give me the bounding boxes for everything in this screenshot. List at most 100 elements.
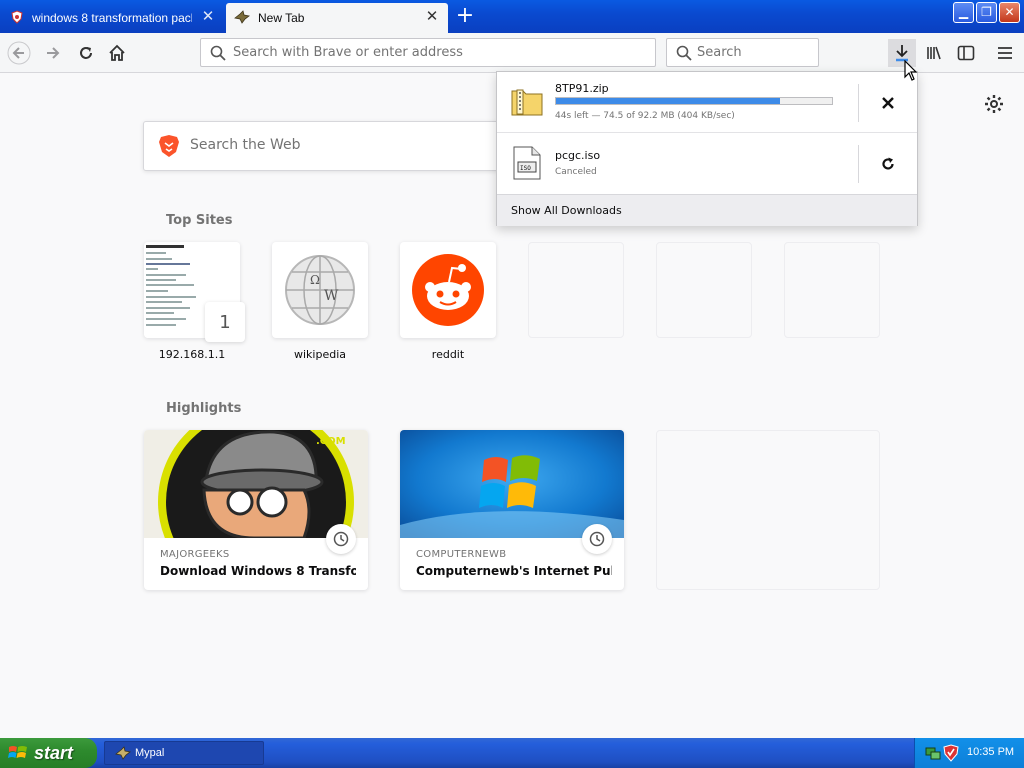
taskbar-item-label: Mypal <box>135 747 165 759</box>
download-item-pcgc[interactable]: ISO pcgc.iso Canceled <box>497 133 917 194</box>
web-search-box[interactable] <box>143 121 503 171</box>
settings-gear-icon[interactable] <box>984 94 1004 114</box>
downloads-panel: 8TP91.zip 44s left — 74.5 of 92.2 MB (40… <box>496 71 918 226</box>
svg-text:Ω: Ω <box>310 273 320 287</box>
highlight-card-majorgeeks[interactable]: .COM MAJORGEEKS Download Windows 8 Trans… <box>144 430 368 590</box>
search-bar[interactable] <box>666 38 819 67</box>
retry-download-button[interactable] <box>875 151 901 177</box>
pinned-count-badge: 1 <box>205 302 245 342</box>
download-status: 44s left — 74.5 of 92.2 MB (404 KB/sec) <box>555 111 735 121</box>
top-site-label: reddit <box>431 348 465 361</box>
mypal-favicon-icon <box>234 9 250 27</box>
top-site-reddit[interactable] <box>400 242 496 338</box>
minimize-icon: ▁ <box>958 5 969 19</box>
minimize-button[interactable]: ▁ <box>953 2 974 23</box>
svg-text:W: W <box>324 288 339 304</box>
tab-title: New Tab <box>258 11 305 25</box>
home-icon <box>109 44 125 61</box>
highlight-title: Download Windows 8 Transfor... <box>160 564 356 578</box>
history-clock-icon <box>582 524 612 554</box>
tab-windows8-transformation[interactable]: windows 8 transformation pack - I ✕ <box>2 3 224 33</box>
top-site-empty-slot <box>528 242 624 338</box>
tab-close-icon[interactable]: ✕ <box>424 9 440 25</box>
windows-flag-icon <box>8 746 27 758</box>
download-progress-fill <box>556 98 780 104</box>
back-arrow-icon <box>7 41 31 65</box>
divider <box>858 84 859 122</box>
home-button[interactable] <box>103 39 131 67</box>
cancel-download-button[interactable] <box>875 90 901 116</box>
web-search-input[interactable] <box>190 137 490 153</box>
sidebar-icon <box>957 45 975 61</box>
sidebar-button[interactable] <box>952 39 980 67</box>
brave-shield-favicon-icon <box>10 9 24 27</box>
svg-text:.COM: .COM <box>316 436 346 447</box>
taskbar: start Mypal 10:35 PM <box>0 738 1024 768</box>
security-shield-tray-icon[interactable] <box>943 744 959 762</box>
hamburger-menu-icon <box>998 47 1012 59</box>
search-input[interactable] <box>697 45 807 60</box>
show-all-downloads-label: Show All Downloads <box>511 204 622 217</box>
zip-file-icon <box>511 89 543 116</box>
new-tab-button[interactable]: + <box>452 5 478 29</box>
menu-button[interactable] <box>991 39 1019 67</box>
tab-close-icon[interactable]: ✕ <box>200 9 216 25</box>
mouse-cursor-icon <box>904 60 918 81</box>
title-bar: windows 8 transformation pack - I ✕ New … <box>0 0 1024 33</box>
close-icon: ✕ <box>1004 5 1015 19</box>
taskbar-item-mypal[interactable]: Mypal <box>104 741 264 765</box>
search-icon <box>210 45 226 61</box>
top-site-label: wikipedia <box>293 348 346 361</box>
url-bar[interactable] <box>200 38 656 67</box>
library-icon <box>927 46 941 60</box>
network-tray-icon[interactable] <box>925 745 941 761</box>
top-site-empty-slot <box>784 242 880 338</box>
highlights-heading: Highlights <box>166 401 242 416</box>
divider <box>858 145 859 183</box>
retry-icon <box>882 157 894 170</box>
close-icon <box>882 97 894 109</box>
restore-icon: ❐ <box>981 5 992 19</box>
start-button[interactable]: start <box>0 738 97 768</box>
forward-arrow-icon <box>47 47 60 59</box>
download-status: Canceled <box>555 167 597 177</box>
forward-button[interactable] <box>39 39 67 67</box>
download-progress-bar <box>555 97 833 105</box>
library-button[interactable] <box>920 39 948 67</box>
highlight-card-computernewb[interactable]: COMPUTERNEWB Computernewb's Internet Pub… <box>400 430 624 590</box>
history-clock-icon <box>326 524 356 554</box>
wikipedia-globe-icon: Ω W <box>285 255 355 325</box>
reddit-alien-icon <box>412 254 484 326</box>
highlight-empty-slot <box>656 430 880 590</box>
highlight-source: MAJORGEEKS <box>160 549 230 560</box>
download-filename: 8TP91.zip <box>555 82 609 95</box>
search-icon <box>676 45 692 61</box>
address-input[interactable] <box>233 45 633 60</box>
top-site-label: 192.168.1.1 <box>158 348 226 361</box>
show-all-downloads-button[interactable]: Show All Downloads <box>497 194 917 226</box>
top-sites-heading: Top Sites <box>166 213 233 228</box>
reload-button[interactable] <box>72 39 100 67</box>
download-filename: pcgc.iso <box>555 149 601 162</box>
mypal-app-icon <box>115 746 131 760</box>
majorgeeks-mascot-image: .COM <box>144 430 368 538</box>
system-clock: 10:35 PM <box>967 746 1015 758</box>
highlight-source: COMPUTERNEWB <box>416 549 507 560</box>
top-site-wikipedia[interactable]: Ω W <box>272 242 368 338</box>
navigation-toolbar <box>0 33 1024 73</box>
highlight-title: Computernewb's Internet Pub H... <box>416 564 612 578</box>
tab-new-tab[interactable]: New Tab ✕ <box>226 3 448 33</box>
brave-logo-icon <box>159 135 179 157</box>
start-label: start <box>34 742 74 763</box>
reload-icon <box>80 47 92 59</box>
system-tray: 10:35 PM <box>914 738 1024 768</box>
maximize-button[interactable]: ❐ <box>976 2 997 23</box>
iso-file-icon: ISO <box>513 146 541 180</box>
top-site-empty-slot <box>656 242 752 338</box>
windows7-wallpaper-image <box>400 430 624 538</box>
tab-title: windows 8 transformation pack - I <box>32 11 192 25</box>
close-window-button[interactable]: ✕ <box>999 2 1020 23</box>
download-item-8tp91[interactable]: 8TP91.zip 44s left — 74.5 of 92.2 MB (40… <box>497 72 917 133</box>
svg-text:ISO: ISO <box>520 165 531 172</box>
back-button[interactable] <box>5 39 33 67</box>
